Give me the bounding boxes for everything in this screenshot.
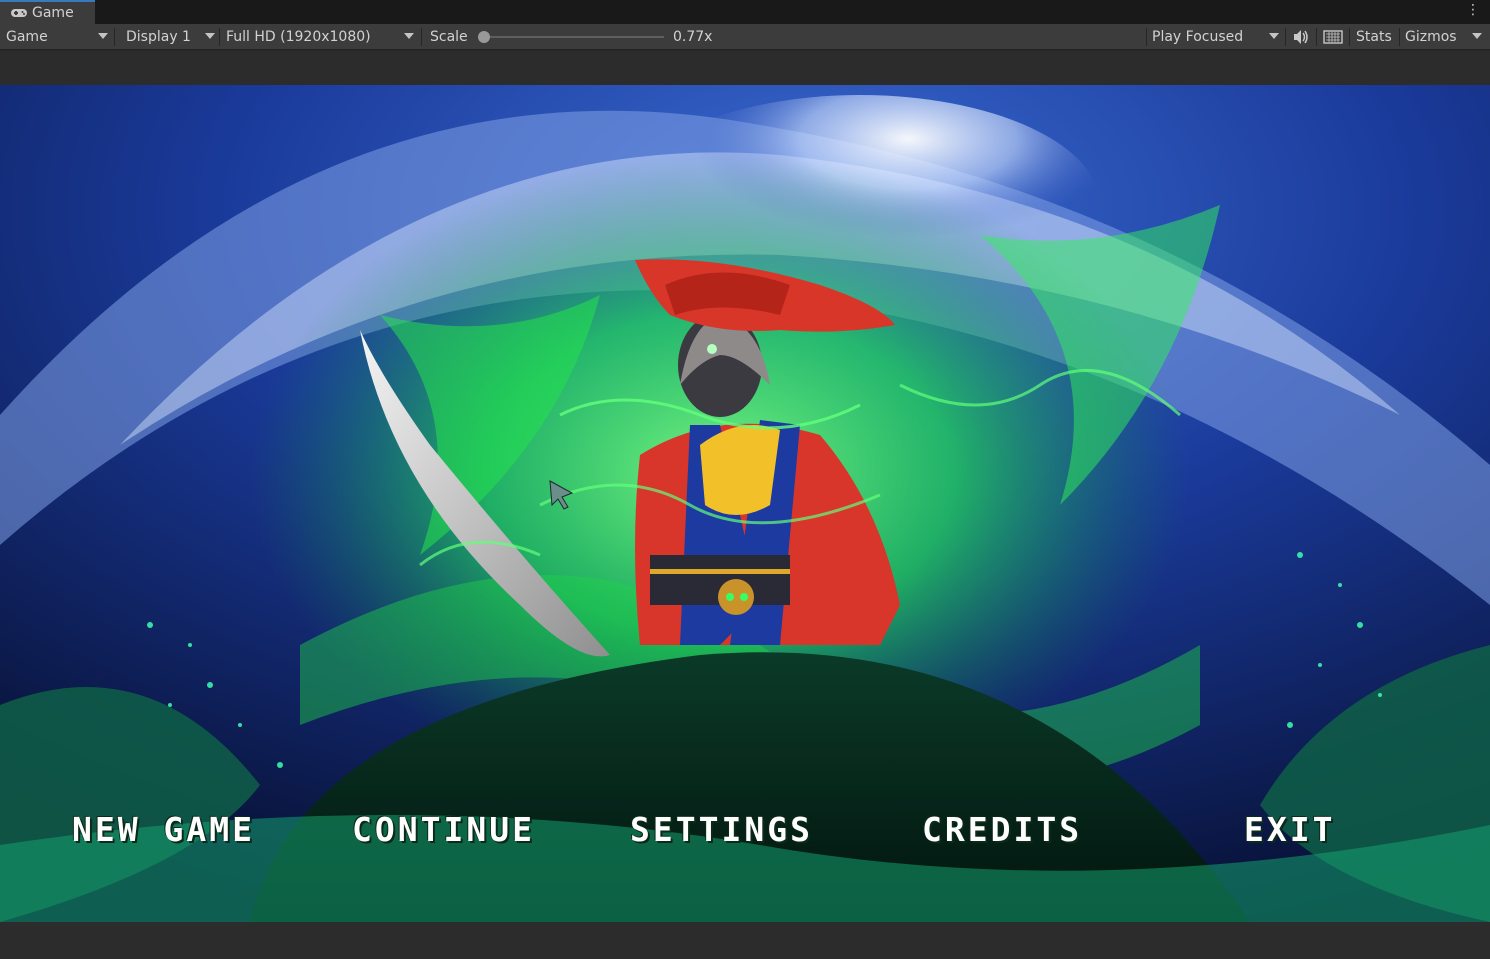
view-dropdown-label: Game (6, 29, 48, 45)
chevron-down-icon (404, 33, 414, 39)
letterbox-top (0, 51, 1490, 85)
stats-button[interactable]: Stats (1356, 24, 1392, 50)
keyboard-toggle[interactable] (1323, 24, 1345, 50)
scale-value: 0.77x (673, 29, 713, 45)
view-dropdown[interactable]: Game (6, 24, 110, 50)
letterbox-bottom (0, 922, 1490, 959)
menu-continue-button[interactable]: CONTINUE (352, 808, 535, 852)
speaker-icon (1294, 30, 1308, 44)
toolbar-divider (421, 28, 422, 46)
play-mode-dropdown[interactable]: Play Focused (1152, 24, 1282, 50)
toolbar-divider (1285, 28, 1286, 46)
display-dropdown[interactable]: Display 1 (126, 24, 216, 50)
play-mode-label: Play Focused (1152, 29, 1244, 45)
toolbar-divider (1316, 28, 1317, 46)
toolbar-divider (219, 28, 220, 46)
chevron-down-icon (98, 33, 108, 39)
toolbar-divider (1349, 28, 1350, 46)
scale-slider-handle[interactable] (478, 31, 490, 43)
chevron-down-icon (1269, 33, 1279, 39)
keyboard-icon (1323, 30, 1343, 44)
toolbar-divider (1146, 28, 1147, 46)
menu-credits-button[interactable]: CREDITS (922, 808, 1082, 852)
toolbar-divider (114, 28, 115, 46)
game-viewport[interactable]: NEW GAME CONTINUE SETTINGS CREDITS EXIT (0, 85, 1490, 922)
menu-exit-button[interactable]: EXIT (1244, 808, 1335, 852)
title-artwork (0, 85, 1490, 922)
game-view-toolbar: Game Display 1 Full HD (1920x1080) Scale… (0, 24, 1490, 50)
scale-label: Scale (430, 29, 468, 45)
chevron-down-icon[interactable] (1472, 33, 1482, 39)
tab-title: Game (32, 5, 74, 21)
resolution-dropdown-label: Full HD (1920x1080) (226, 29, 371, 45)
menu-settings-button[interactable]: SETTINGS (630, 808, 813, 852)
chevron-down-icon (205, 33, 215, 39)
toolbar-divider (1399, 28, 1400, 46)
kebab-menu-icon[interactable]: ⋮ (1466, 2, 1480, 18)
audio-mute-toggle[interactable] (1292, 24, 1312, 50)
menu-new-game-button[interactable]: NEW GAME (72, 808, 255, 852)
gizmos-button[interactable]: Gizmos (1405, 24, 1457, 50)
display-dropdown-label: Display 1 (126, 29, 191, 45)
gamepad-icon (11, 9, 27, 17)
tab-game[interactable]: Game (0, 0, 95, 24)
scale-slider-track[interactable] (484, 36, 664, 38)
resolution-dropdown[interactable]: Full HD (1920x1080) (226, 24, 416, 50)
editor-tab-bar: Game ⋮ (0, 0, 1490, 24)
